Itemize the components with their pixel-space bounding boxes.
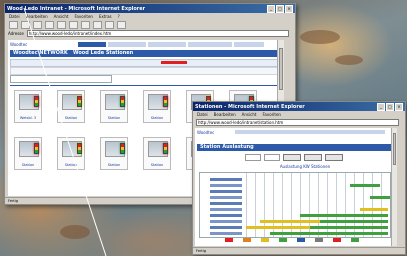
pointer-line [23,7,107,256]
